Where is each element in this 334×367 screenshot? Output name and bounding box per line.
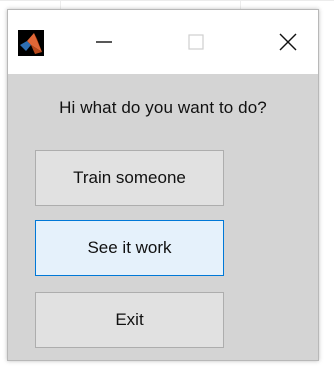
- close-icon: [279, 33, 297, 51]
- minimize-button[interactable]: [74, 22, 134, 62]
- maximize-button[interactable]: [166, 22, 226, 62]
- background-line: [240, 0, 241, 9]
- close-button[interactable]: [258, 22, 318, 62]
- minimize-icon: [96, 41, 112, 43]
- matlab-icon: [18, 30, 44, 56]
- title-bar[interactable]: [8, 10, 318, 74]
- see-it-work-button[interactable]: See it work: [35, 220, 224, 276]
- background-line: [60, 0, 61, 9]
- background-line: [0, 0, 334, 1]
- screen: Hi what do you want to do? Train someone…: [0, 0, 334, 367]
- exit-button[interactable]: Exit: [35, 292, 224, 348]
- train-someone-button[interactable]: Train someone: [35, 150, 224, 206]
- prompt-text: Hi what do you want to do?: [59, 98, 267, 117]
- maximize-icon: [188, 34, 204, 50]
- dialog-window: Hi what do you want to do? Train someone…: [7, 9, 319, 361]
- dialog-content: Hi what do you want to do? Train someone…: [8, 74, 318, 360]
